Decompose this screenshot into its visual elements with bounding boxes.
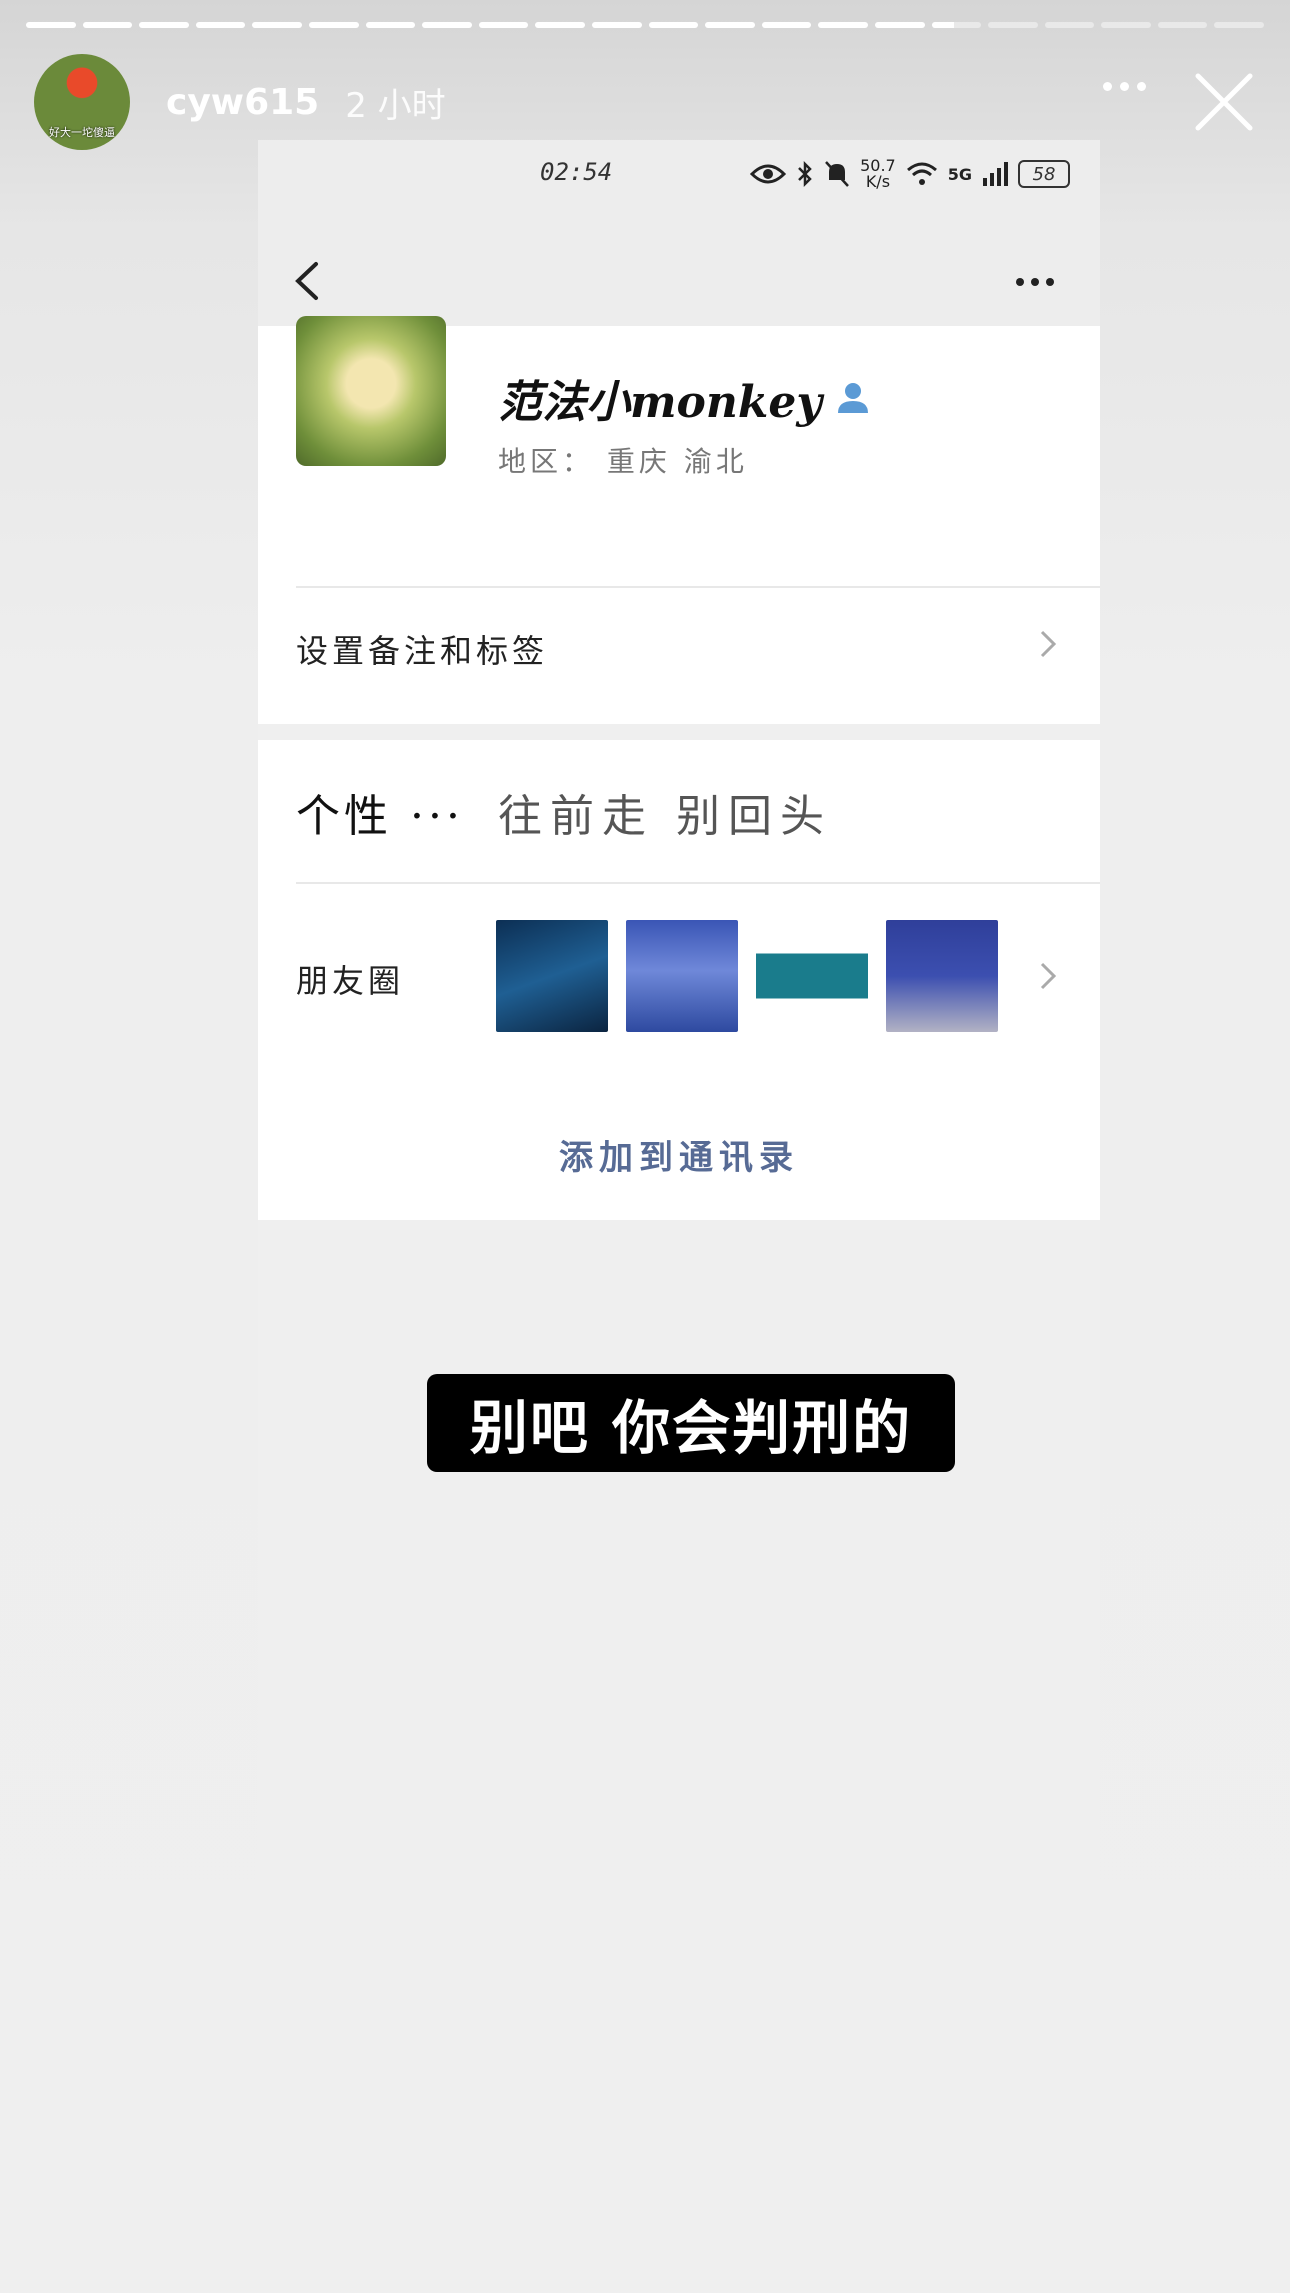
- divider: [296, 882, 1100, 884]
- status-bar: 02:54 50.7 K/s 5G 58: [258, 140, 1100, 220]
- status-icons: 50.7 K/s 5G 58: [750, 156, 1070, 192]
- avatar-caption: 好大一坨傻逼: [49, 126, 115, 139]
- person-icon: [837, 383, 868, 413]
- progress-segment: [1101, 22, 1151, 28]
- progress-segment: [26, 22, 76, 28]
- signal-icon: [983, 162, 1008, 186]
- back-icon[interactable]: [288, 256, 328, 306]
- set-remark-label[interactable]: 设置备注和标签: [296, 626, 548, 672]
- bio-label: 个性 ···: [296, 791, 464, 842]
- story-caption: 别吧 你会判刑的: [427, 1374, 955, 1472]
- divider: [296, 586, 1100, 588]
- story-header: 好大一坨傻逼 cyw615 2 小时: [34, 54, 1256, 150]
- profile-region: 地区： 重庆 渝北: [498, 445, 748, 478]
- progress-segment: [365, 22, 416, 28]
- more-options-icon[interactable]: [1016, 278, 1054, 286]
- network-speed: 50.7 K/s: [860, 156, 896, 191]
- status-time: 02:54: [540, 158, 613, 186]
- eye-icon: [750, 164, 787, 184]
- profile-avatar[interactable]: [296, 316, 446, 466]
- moments-thumbnail[interactable]: [756, 920, 868, 1032]
- progress-segment: [1214, 22, 1265, 28]
- bio-value: 往前走 别回头: [498, 791, 832, 842]
- progress-segment: [1157, 22, 1208, 28]
- progress-segment: [648, 22, 699, 28]
- progress-segment: [931, 22, 982, 28]
- bluetooth-icon: [798, 160, 812, 188]
- mute-bell-icon: [825, 161, 850, 187]
- progress-segment: [705, 22, 755, 28]
- progress-segment: [195, 22, 246, 28]
- chevron-right-icon[interactable]: [1036, 956, 1060, 996]
- moments-thumbnail[interactable]: [496, 920, 608, 1032]
- story-username[interactable]: cyw615: [166, 82, 319, 123]
- shared-screenshot: 02:54 50.7 K/s 5G 58 范法小monkey 地区： 重庆 渝北…: [258, 140, 1100, 1935]
- progress-segment: [422, 22, 472, 28]
- progress-segment: [988, 22, 1038, 28]
- more-options-icon[interactable]: [1103, 82, 1146, 91]
- chevron-right-icon[interactable]: [1036, 624, 1060, 664]
- moments-thumbnail[interactable]: [886, 920, 998, 1032]
- avatar[interactable]: 好大一坨傻逼: [34, 54, 130, 150]
- moments-thumbnails[interactable]: [496, 920, 998, 1032]
- progress-segment: [478, 22, 529, 28]
- story-progress: [26, 22, 1265, 28]
- progress-segment: [82, 22, 133, 28]
- progress-segment: [308, 22, 359, 28]
- progress-segment: [1044, 22, 1095, 28]
- moments-thumbnail[interactable]: [626, 920, 738, 1032]
- wifi-icon: [906, 162, 937, 185]
- moments-label[interactable]: 朋友圈: [296, 956, 404, 1002]
- story-time-ago: 2 小时: [345, 85, 446, 126]
- close-icon[interactable]: [1192, 70, 1256, 134]
- profile-name: 范法小monkey: [498, 366, 872, 430]
- progress-segment: [535, 22, 585, 28]
- battery-icon: 58: [1018, 160, 1070, 188]
- progress-segment: [139, 22, 189, 28]
- progress-segment: [591, 22, 642, 28]
- network-type: 5G: [947, 164, 972, 184]
- progress-segment: [252, 22, 302, 28]
- progress-segment: [874, 22, 925, 28]
- add-contact-button[interactable]: 添加到通讯录: [258, 1130, 1100, 1179]
- progress-segment: [761, 22, 812, 28]
- progress-segment: [818, 22, 868, 28]
